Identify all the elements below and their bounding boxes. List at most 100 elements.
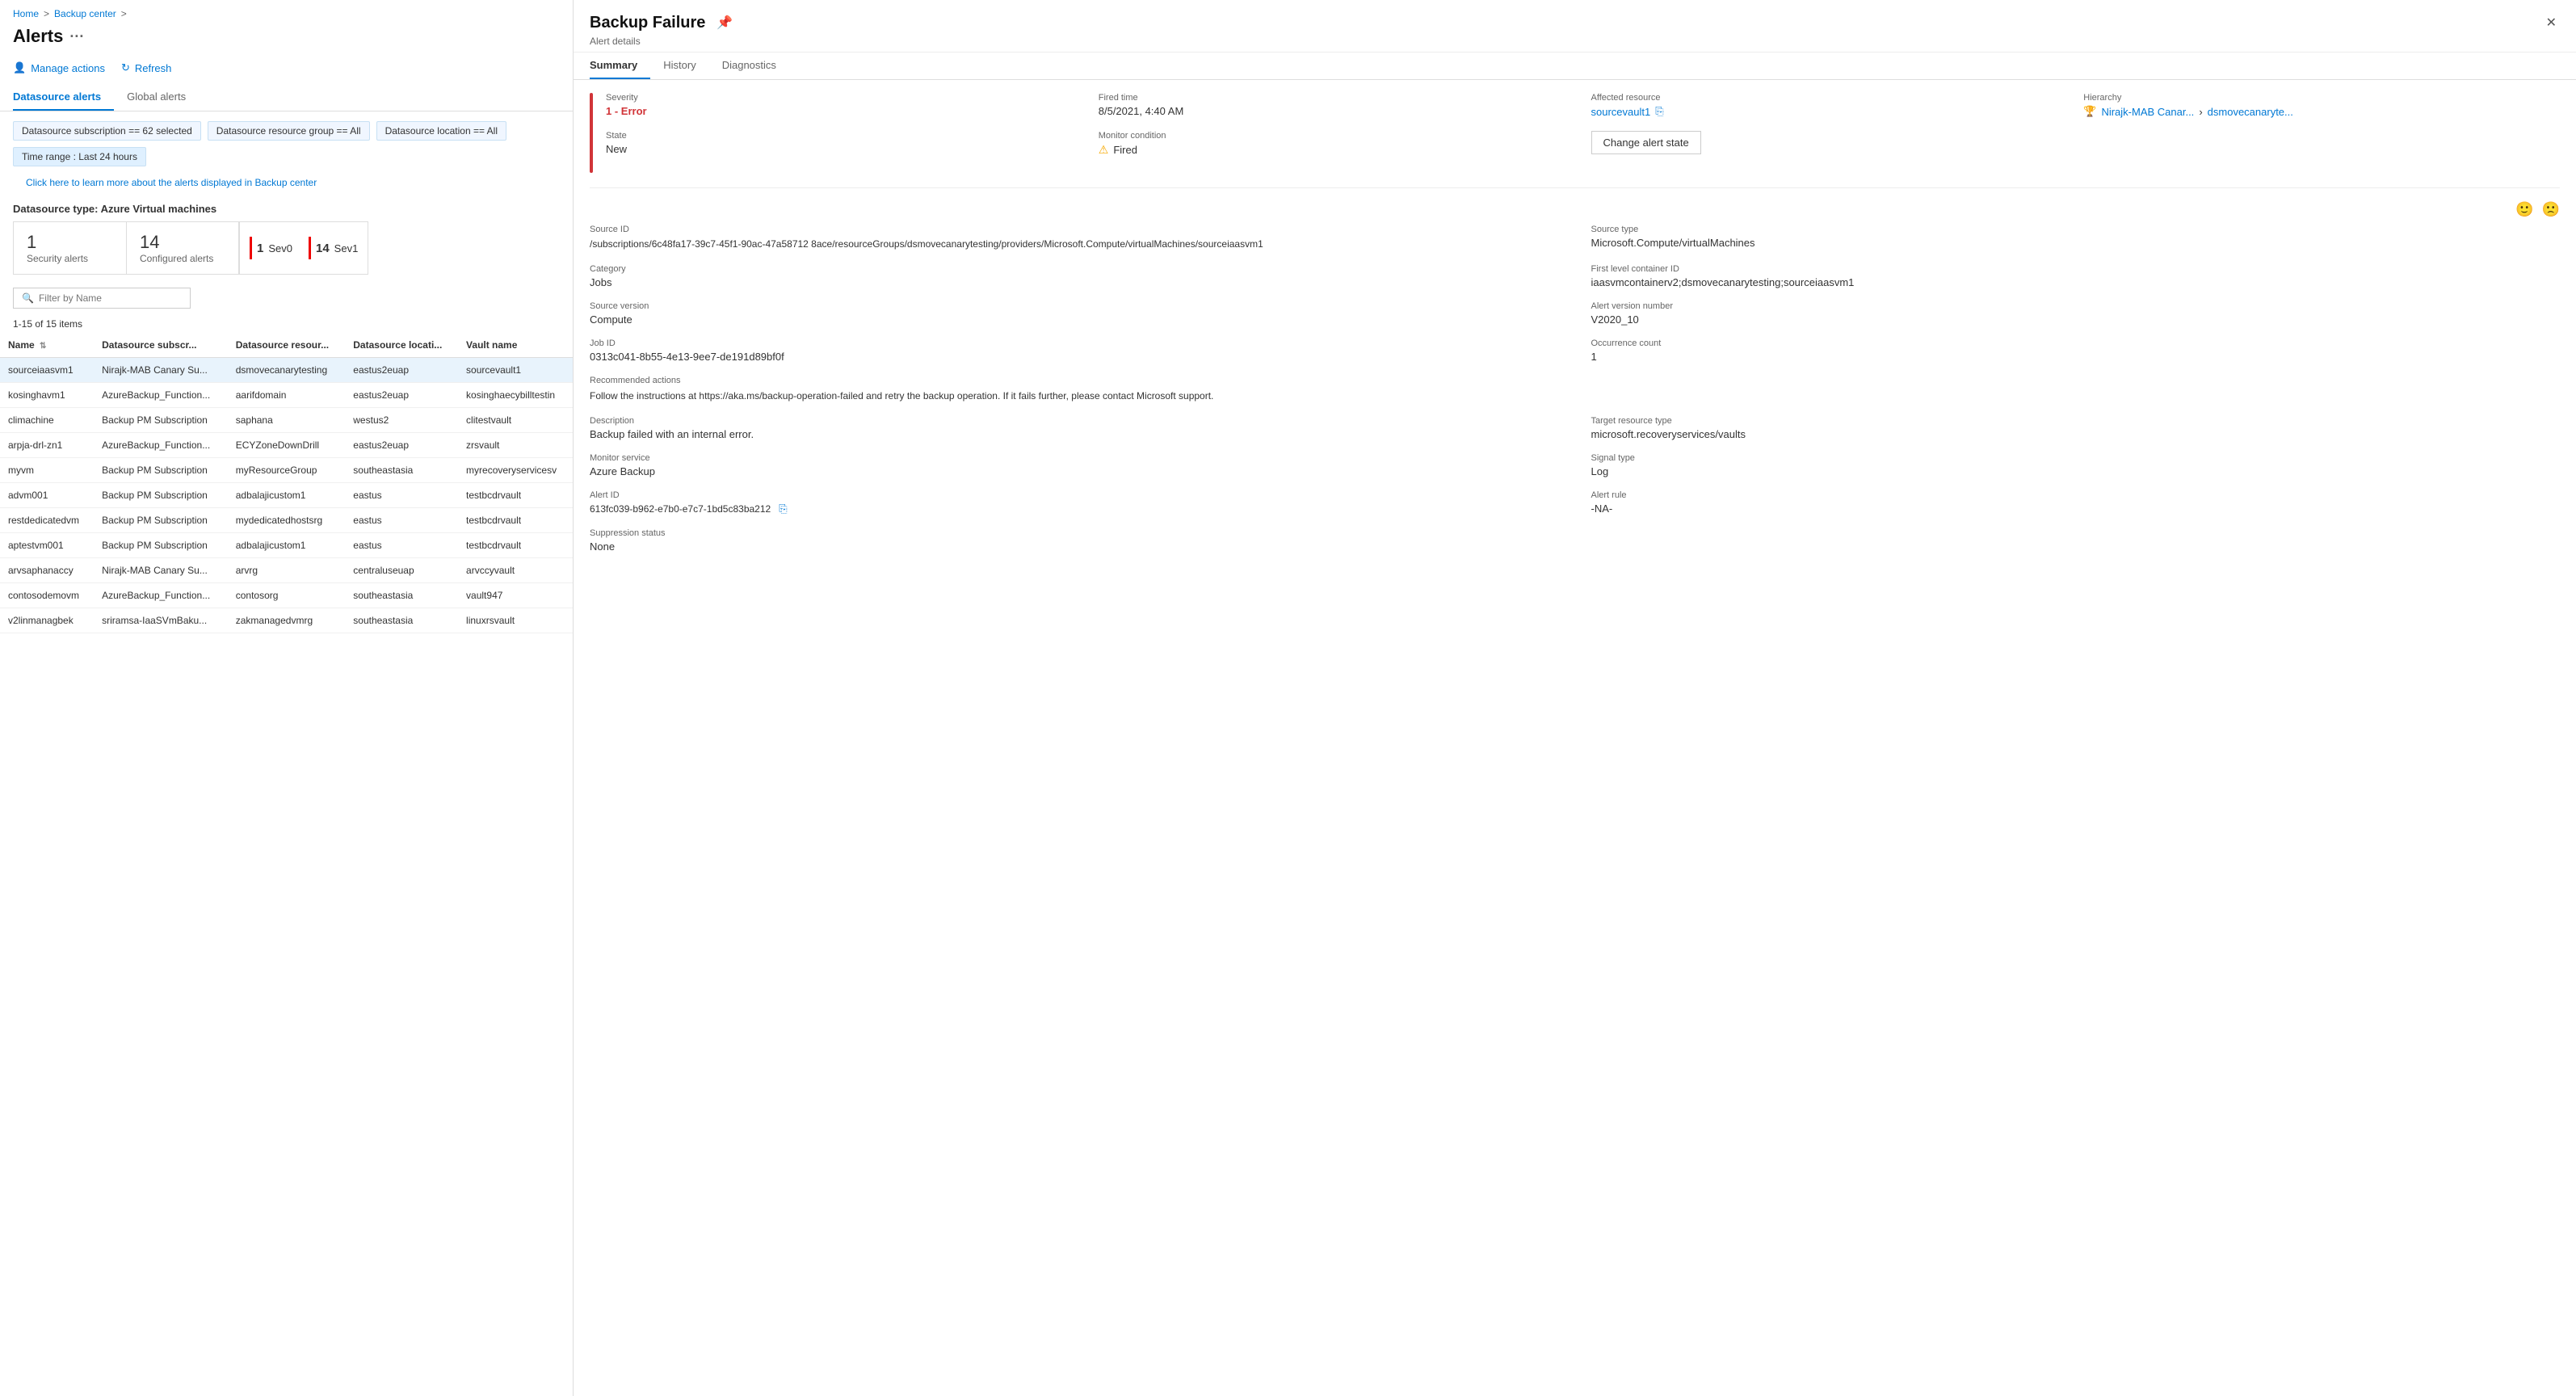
panel-tab-summary[interactable]: Summary: [590, 53, 650, 79]
affected-resource-label: Affected resource: [1591, 93, 2068, 103]
alert-version-label: Alert version number: [1591, 301, 2561, 311]
configured-alerts-label: Configured alerts: [140, 253, 225, 264]
cell-location: southeastasia: [345, 458, 458, 483]
fired-time-label: Fired time: [1099, 93, 1575, 103]
filter-by-name-input[interactable]: [39, 292, 182, 304]
suppression-status-item: Suppression status None: [590, 528, 1559, 553]
cell-subscription: AzureBackup_Function...: [94, 433, 228, 458]
refresh-icon: ↻: [121, 61, 130, 74]
category-label: Category: [590, 264, 1559, 274]
affected-resource-value: sourcevault1 ⎘: [1591, 105, 2068, 118]
thumbs-down-button[interactable]: 🙁: [2542, 201, 2560, 218]
filter-subscription[interactable]: Datasource subscription == 62 selected: [13, 121, 201, 141]
cell-resourceGroup: arvrg: [228, 558, 346, 583]
recommended-actions-label: Recommended actions: [590, 376, 2560, 385]
panel-tab-history[interactable]: History: [663, 53, 708, 79]
table-row[interactable]: restdedicatedvmBackup PM Subscriptionmyd…: [0, 508, 573, 533]
alert-id-row: 613fc039-b962-e7b0-e7c7-1bd5c83ba212 ⎘: [590, 502, 1559, 515]
table-row[interactable]: v2linmanagbeksriramsa-IaaSVmBaku...zakma…: [0, 608, 573, 633]
page-menu[interactable]: ···: [69, 28, 84, 45]
change-state-item: Change alert state: [1591, 131, 2068, 157]
detail-wide-grid: Source ID /subscriptions/6c48fa17-39c7-4…: [590, 225, 2560, 553]
cell-location: eastus2euap: [345, 383, 458, 408]
breadcrumb-backup-center[interactable]: Backup center: [54, 8, 116, 19]
breadcrumb: Home > Backup center >: [0, 0, 573, 23]
col-vault[interactable]: Vault name: [458, 333, 573, 358]
tab-datasource[interactable]: Datasource alerts: [13, 84, 114, 111]
sev1-bar: [309, 237, 311, 259]
category-item: Category Jobs: [590, 264, 1559, 288]
panel-tab-diagnostics[interactable]: Diagnostics: [722, 53, 789, 79]
filter-location[interactable]: Datasource location == All: [376, 121, 506, 141]
state-value: New: [606, 143, 1082, 155]
alert-rule-item: Alert rule -NA-: [1591, 490, 2561, 515]
filter-time-range[interactable]: Time range : Last 24 hours: [13, 147, 146, 166]
alert-version-value: V2020_10: [1591, 313, 2561, 326]
cell-resourceGroup: contosorg: [228, 583, 346, 608]
close-panel-button[interactable]: ✕: [2543, 11, 2560, 34]
refresh-button[interactable]: ↻ Refresh: [121, 61, 171, 74]
alert-version-item: Alert version number V2020_10: [1591, 301, 2561, 326]
signal-type-value: Log: [1591, 465, 2561, 477]
cell-name: aptestvm001: [0, 533, 94, 558]
cell-vault: zrsvault: [458, 433, 573, 458]
table-row[interactable]: sourceiaasvm1Nirajk-MAB Canary Su...dsmo…: [0, 358, 573, 383]
breadcrumb-home[interactable]: Home: [13, 8, 39, 19]
cell-subscription: sriramsa-IaaSVmBaku...: [94, 608, 228, 633]
source-version-label: Source version: [590, 301, 1559, 311]
col-resource-group[interactable]: Datasource resour...: [228, 333, 346, 358]
cell-subscription: Backup PM Subscription: [94, 483, 228, 508]
copy-alert-id-icon[interactable]: ⎘: [779, 502, 787, 515]
hierarchy-item: Hierarchy 🏆 Nirajk-MAB Canar... › dsmove…: [2083, 93, 2560, 118]
cell-location: southeastasia: [345, 608, 458, 633]
filter-input-wrap: 🔍: [0, 284, 573, 315]
severity-label: Severity: [606, 93, 1082, 103]
table-row[interactable]: myvmBackup PM SubscriptionmyResourceGrou…: [0, 458, 573, 483]
monitor-service-label: Monitor service: [590, 453, 1559, 463]
recommended-actions-item: Recommended actions Follow the instructi…: [590, 376, 2560, 403]
hierarchy-item1[interactable]: Nirajk-MAB Canar...: [2101, 106, 2194, 118]
col-location[interactable]: Datasource locati...: [345, 333, 458, 358]
table-row[interactable]: arvsaphanaccyNirajk-MAB Canary Su...arvr…: [0, 558, 573, 583]
first-level-container-item: First level container ID iaasvmcontainer…: [1591, 264, 2561, 288]
cell-location: westus2: [345, 408, 458, 433]
table-row[interactable]: aptestvm001Backup PM Subscriptionadbalaj…: [0, 533, 573, 558]
monitor-service-value: Azure Backup: [590, 465, 1559, 477]
filter-resource-group[interactable]: Datasource resource group == All: [208, 121, 370, 141]
table-row[interactable]: arpja-drl-zn1AzureBackup_Function...ECYZ…: [0, 433, 573, 458]
security-alerts-card[interactable]: 1 Security alerts: [13, 221, 126, 275]
source-type-label: Source type: [1591, 225, 2561, 234]
info-link[interactable]: Click here to learn more about the alert…: [13, 175, 330, 196]
table-row[interactable]: kosinghavm1AzureBackup_Function...aarifd…: [0, 383, 573, 408]
cell-name: sourceiaasvm1: [0, 358, 94, 383]
copy-resource-icon[interactable]: ⎘: [1655, 105, 1663, 118]
manage-actions-button[interactable]: 👤 Manage actions: [13, 61, 105, 74]
cell-resourceGroup: zakmanagedvmrg: [228, 608, 346, 633]
cell-subscription: Backup PM Subscription: [94, 533, 228, 558]
affected-resource-link[interactable]: sourcevault1: [1591, 106, 1651, 118]
hierarchy-item2[interactable]: dsmovecanaryte...: [2208, 106, 2293, 118]
source-type-value: Microsoft.Compute/virtualMachines: [1591, 237, 2561, 249]
alert-id-value: 613fc039-b962-e7b0-e7c7-1bd5c83ba212: [590, 503, 771, 515]
configured-alerts-card[interactable]: 14 Configured alerts: [126, 221, 239, 275]
panel-title: Backup Failure 📌: [590, 11, 736, 34]
source-id-value: /subscriptions/6c48fa17-39c7-45f1-90ac-4…: [590, 237, 1559, 251]
table-row[interactable]: contosodemovmAzureBackup_Function...cont…: [0, 583, 573, 608]
cell-subscription: AzureBackup_Function...: [94, 383, 228, 408]
monitor-condition-label: Monitor condition: [1099, 131, 1575, 141]
change-alert-state-button[interactable]: Change alert state: [1591, 131, 1701, 154]
severity-indicator: [590, 93, 593, 173]
col-name[interactable]: Name ⇅: [0, 333, 94, 358]
cell-subscription: Backup PM Subscription: [94, 458, 228, 483]
sev0-item[interactable]: 1 Sev0: [250, 237, 292, 259]
pin-button[interactable]: 📌: [713, 11, 736, 34]
table-row[interactable]: climachineBackup PM Subscriptionsaphanaw…: [0, 408, 573, 433]
page-title: Alerts ···: [0, 23, 573, 57]
signal-type-item: Signal type Log: [1591, 453, 2561, 477]
tab-global[interactable]: Global alerts: [127, 84, 199, 111]
right-panel: Backup Failure 📌 Alert details ✕ Summary…: [574, 0, 2576, 1396]
thumbs-up-button[interactable]: 🙂: [2515, 201, 2533, 218]
sev1-item[interactable]: 14 Sev1: [309, 237, 358, 259]
table-row[interactable]: advm001Backup PM Subscriptionadbalajicus…: [0, 483, 573, 508]
col-subscription[interactable]: Datasource subscr...: [94, 333, 228, 358]
